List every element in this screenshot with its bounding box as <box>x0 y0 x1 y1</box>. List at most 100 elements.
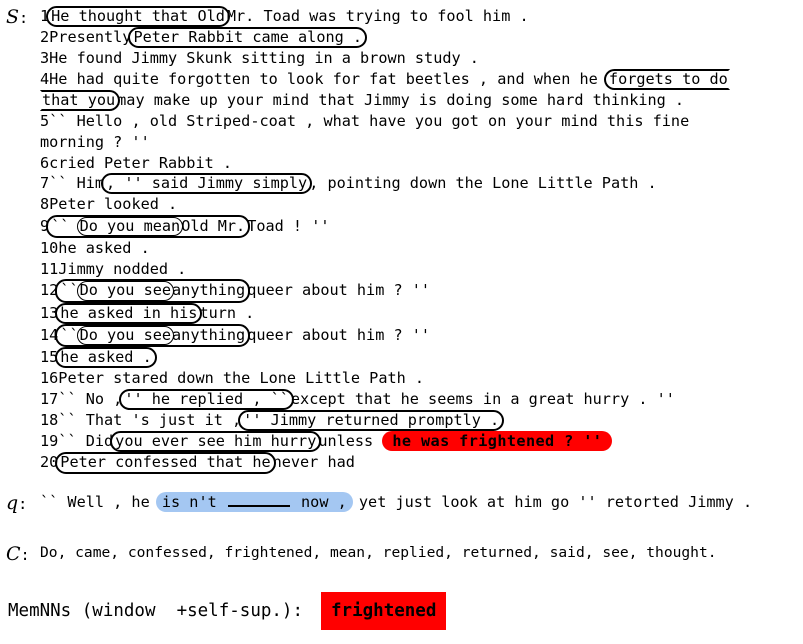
query-highlight-after: now , <box>291 493 347 511</box>
story-lines: 1 He thought that Old Mr. Toad was trying … <box>40 6 798 474</box>
story-text: anything <box>172 281 246 300</box>
supporting-fact-box: forgets to do <box>603 69 730 91</box>
story-line: 8Peter looked . <box>40 194 798 215</box>
supporting-fact-box: He thought that Old <box>46 6 230 28</box>
story-line-number: 5 <box>40 112 50 131</box>
supporting-fact-box-outer: ``Do you seeanything <box>55 323 251 347</box>
story-line: 16Peter stared down the Lone Little Path… <box>40 368 798 389</box>
query-suffix: yet just look at him go '' retorted Jimm… <box>349 493 753 511</box>
story-text: `` <box>51 216 79 235</box>
query-marker-letter: q <box>6 492 19 514</box>
supporting-fact-box: '' he replied , `` <box>119 388 294 410</box>
story-line: 9 `` Do you meanOld Mr. Toad ! '' <box>40 214 798 239</box>
story-text: `` That 's just it , <box>58 410 242 429</box>
query-marker: q: <box>6 492 40 515</box>
candidates-text: Do, came, confessed, frightened, mean, r… <box>40 544 717 561</box>
story-text: queer about him ? '' <box>247 281 431 300</box>
story-line-number: 19 <box>40 432 59 451</box>
story-line-number: 18 <box>40 410 59 429</box>
supporting-fact-box: Peter confessed that he <box>55 452 276 474</box>
query-highlight-before: is n't <box>161 493 226 511</box>
supporting-fact-box: , '' said Jimmy simply <box>101 173 313 195</box>
story-marker-colon: : <box>19 9 29 27</box>
story-line: 10he asked . <box>40 238 798 259</box>
supporting-fact-box: '' Jimmy returned promptly . <box>238 409 505 432</box>
supporting-fact-box: he asked in his <box>55 302 203 324</box>
supporting-fact-box: that you <box>40 90 121 112</box>
story-text: Mr. Toad was trying to fool him . <box>226 7 529 25</box>
story-line: that you may make up your mind that Jimmy… <box>40 90 798 112</box>
query-block: q: `` Well , he is n't now , yet just lo… <box>6 492 798 515</box>
story-line: 14 ``Do you seeanything queer about him ? … <box>40 323 798 347</box>
story-text: except that he seems in a great hurry . … <box>290 389 675 408</box>
story-block: S: 1 He thought that Old Mr. Toad was tryi… <box>6 6 798 474</box>
story-line: 2Presently Peter Rabbit came along . <box>40 27 798 49</box>
story-line-number: 16 <box>40 369 59 388</box>
story-text: unless <box>318 432 383 451</box>
story-text: `` Did <box>58 432 114 451</box>
story-line-number: 8 <box>40 195 50 214</box>
story-line: 19`` Did you ever see him hurry unless he … <box>40 431 798 453</box>
query-blank-highlight: is n't now , <box>155 492 353 512</box>
story-line-number: 3 <box>40 49 50 68</box>
story-text: `` <box>60 325 79 344</box>
story-text: turn . <box>199 303 255 322</box>
story-text: `` Hello , old Striped-coat , what have … <box>49 112 690 131</box>
supporting-fact-box-outer: `` Do you meanOld Mr. <box>46 214 251 239</box>
supporting-fact-box-inner: Do you see <box>76 281 175 301</box>
supporting-fact-box: he asked . <box>55 346 157 369</box>
story-text: `` No , <box>58 389 123 408</box>
prediction-row: MemNNs (window +self-sup.): frightened <box>8 592 447 630</box>
story-line-number: 10 <box>40 239 59 258</box>
story-line-number: 4 <box>40 70 50 88</box>
story-text: cried Peter Rabbit . <box>49 153 233 172</box>
story-line: 4He had quite forgotten to look for fat … <box>40 69 798 91</box>
story-text: He found Jimmy Skunk sitting in a brown … <box>49 49 479 68</box>
story-text: Old Mr. <box>181 216 246 235</box>
query-text: `` Well , he is n't now , yet just look … <box>40 492 752 513</box>
story-line: 18`` That 's just it , '' Jimmy returned … <box>40 409 798 432</box>
story-text: anything <box>172 325 246 344</box>
query-blank-underscore <box>227 493 290 507</box>
supporting-fact-box-inner: Do you mean <box>76 216 184 237</box>
story-line-number: 11 <box>40 259 59 278</box>
story-text: `` Him <box>49 174 105 193</box>
candidates-marker-letter: C <box>6 543 21 565</box>
story-marker: S: <box>6 6 40 29</box>
story-line: 20 Peter confessed that he never had <box>40 452 798 474</box>
story-line: 6cried Peter Rabbit . <box>40 153 798 174</box>
candidates-marker-colon: : <box>20 546 30 564</box>
story-line: 7`` Him, '' said Jimmy simply, pointing … <box>40 173 798 195</box>
story-text: Jimmy nodded . <box>58 259 187 278</box>
query-marker-colon: : <box>18 495 28 513</box>
story-text: Presently <box>49 28 132 47</box>
story-line: 13 he asked in his turn . <box>40 302 798 324</box>
supporting-fact-box: you ever see him hurry <box>110 431 322 453</box>
story-row: S: 1 He thought that Old Mr. Toad was tryi… <box>6 6 798 474</box>
story-text: Peter stared down the Lone Little Path . <box>58 369 425 388</box>
supporting-fact-box-outer: ``Do you seeanything <box>55 279 251 303</box>
story-line: 11Jimmy nodded . <box>40 259 798 280</box>
candidates-marker: C: <box>6 543 40 566</box>
story-line-number: 7 <box>40 174 50 193</box>
story-line-number: 2 <box>40 28 50 47</box>
story-line: 15 he asked . <box>40 346 798 369</box>
story-text: he asked . <box>58 239 150 258</box>
story-line: 3He found Jimmy Skunk sitting in a brown… <box>40 48 798 69</box>
story-text: Toad ! '' <box>247 216 330 235</box>
story-text: queer about him ? '' <box>247 325 431 344</box>
story-text: Peter looked . <box>49 195 178 214</box>
story-line: 5`` Hello , old Striped-coat , what have… <box>40 111 798 132</box>
supporting-fact-box: Peter Rabbit came along . <box>128 27 368 49</box>
prediction-answer-box: frightened <box>321 592 447 630</box>
story-text: never had <box>272 453 355 472</box>
story-text: He had quite forgotten to look for fat b… <box>49 70 607 88</box>
story-marker-letter: S <box>6 6 20 28</box>
story-line: 17`` No , '' he replied , `` except that h… <box>40 388 798 410</box>
story-line-number: 17 <box>40 389 59 408</box>
story-line: morning ? '' <box>40 132 798 153</box>
story-text: `` <box>60 281 79 300</box>
story-text: , pointing down the Lone Little Path . <box>309 174 657 193</box>
answer-highlight: he was frightened ? '' <box>382 431 613 452</box>
prediction-label: MemNNs (window +self-sup.): <box>8 601 304 621</box>
